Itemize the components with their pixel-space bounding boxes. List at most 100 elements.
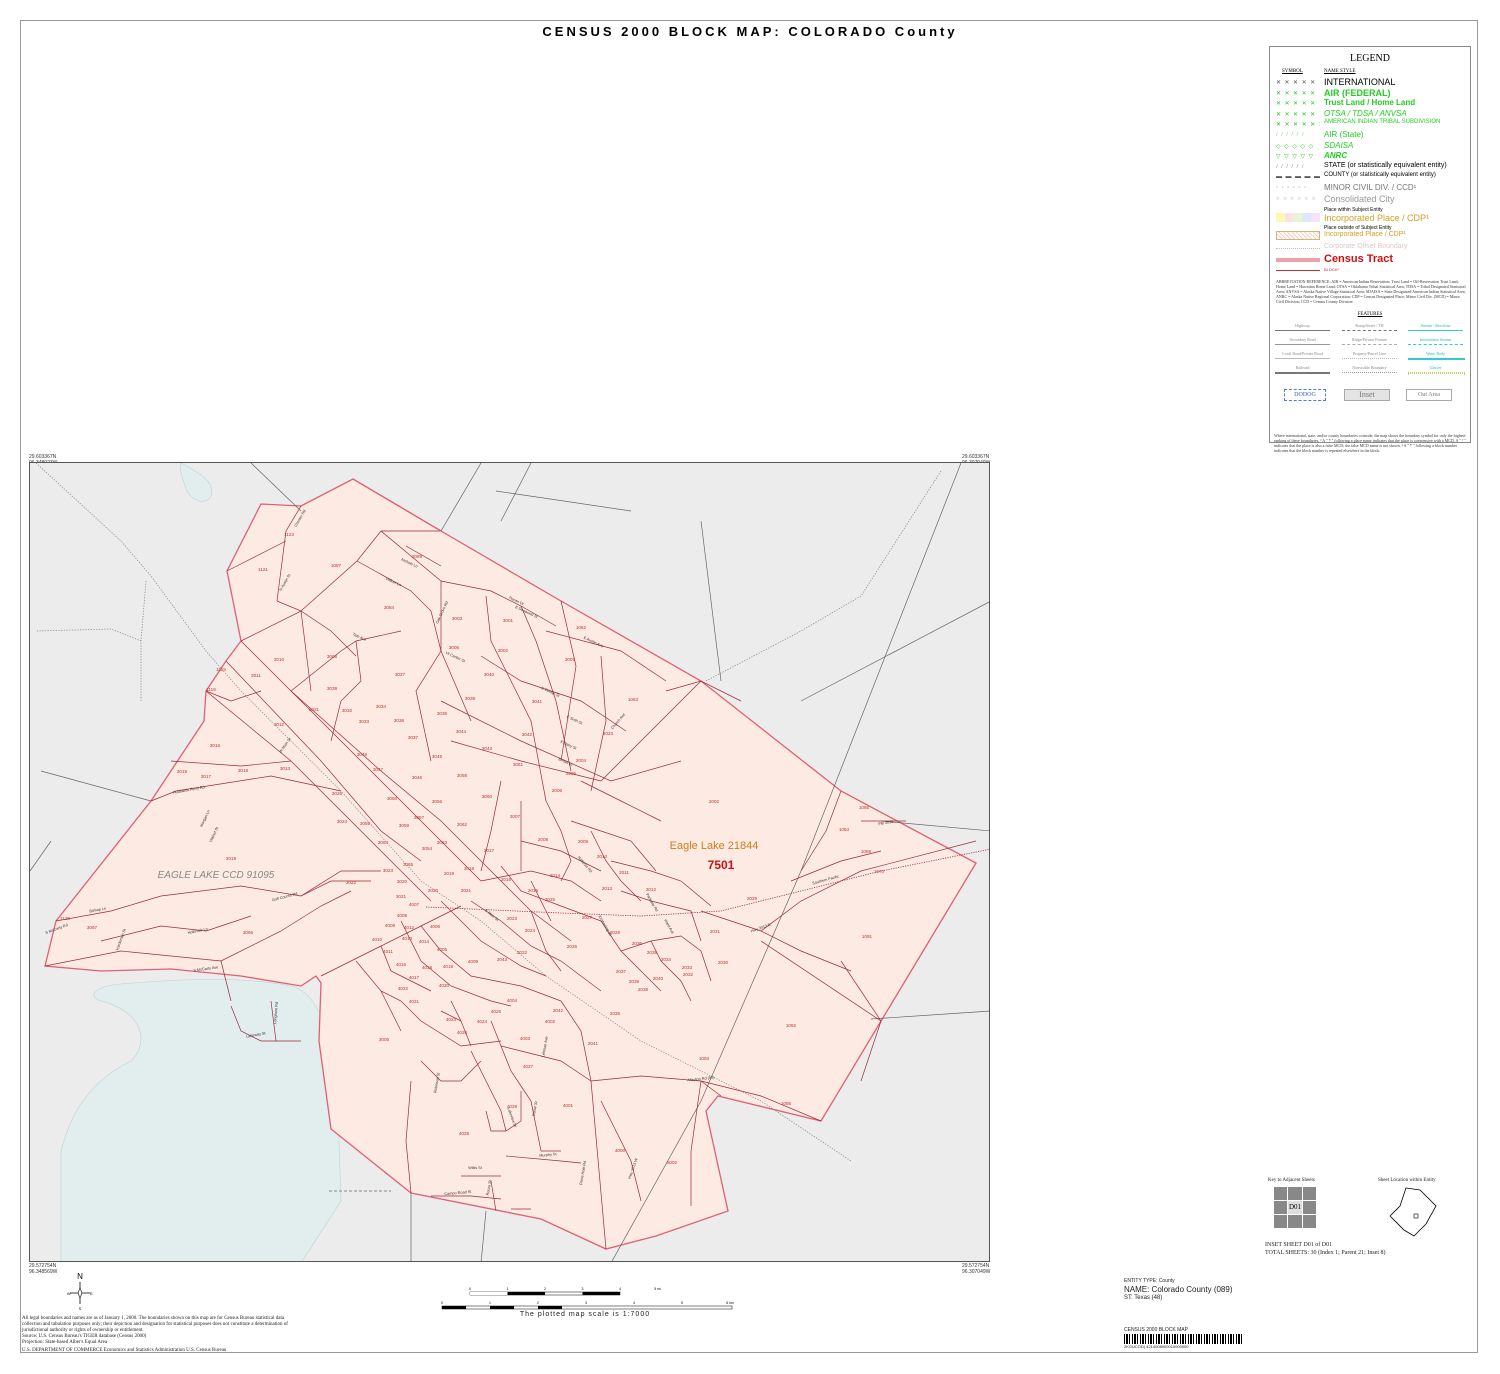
block-number[interactable]: 2002 [709, 799, 720, 804]
block-number[interactable]: 2006 [552, 788, 563, 793]
block-number[interactable]: 2043 [497, 957, 508, 962]
block-number[interactable]: 2039 [629, 979, 640, 984]
block-number[interactable]: 2036 [610, 1011, 621, 1016]
block-number[interactable]: 4024 [477, 1019, 488, 1024]
block-number[interactable]: 2010 [597, 854, 608, 859]
block-number[interactable]: 3012 [274, 722, 285, 727]
block-number[interactable]: 2013 [602, 886, 613, 891]
block-number[interactable]: 4013 [402, 936, 413, 941]
block-number[interactable]: 3046 [412, 775, 423, 780]
block-number[interactable]: 4028 [459, 1131, 470, 1136]
block-number[interactable]: 3031 [309, 707, 320, 712]
block-number[interactable]: 3023 [383, 868, 394, 873]
block-number[interactable]: 3050 [387, 796, 398, 801]
block-number[interactable]: 3039 [465, 696, 476, 701]
block-number[interactable]: 3032 [342, 708, 353, 713]
block-number[interactable]: 1064 [839, 827, 850, 832]
block-number[interactable]: 3016 [210, 743, 221, 748]
block-number[interactable]: 4002 [545, 1019, 556, 1024]
block-number[interactable]: 4023 [446, 1017, 457, 1022]
block-number[interactable]: 4005 [437, 947, 448, 952]
block-number[interactable]: 3060 [482, 794, 493, 799]
block-number[interactable]: 3005 [379, 1037, 390, 1042]
block-number[interactable]: 1095 [781, 1101, 792, 1106]
block-number[interactable]: 3055 [360, 821, 371, 826]
block-number[interactable]: 2025 [545, 897, 556, 902]
block-number[interactable]: 3066 [243, 930, 254, 935]
block-number[interactable]: 3003 [452, 616, 463, 621]
block-number[interactable]: 2018 [464, 866, 475, 871]
block-number[interactable]: 3038 [437, 711, 448, 716]
block-number[interactable]: 1119 [216, 667, 226, 672]
block-number[interactable]: 1065 [859, 805, 870, 810]
block-number[interactable]: 2042 [553, 1008, 564, 1013]
block-number[interactable]: 3089 [412, 554, 423, 559]
block-number[interactable]: 4004 [507, 998, 518, 1003]
block-number[interactable]: 3013 [280, 766, 291, 771]
block-number[interactable]: 1092 [786, 1023, 797, 1028]
block-number[interactable]: 2027 [582, 915, 593, 920]
block-number[interactable]: 3036 [394, 718, 405, 723]
block-number[interactable]: 3045 [432, 754, 443, 759]
block-number[interactable]: 1062 [576, 625, 587, 630]
block-number[interactable]: 2038 [638, 987, 649, 992]
block-number[interactable]: 2036 [632, 941, 643, 946]
block-number[interactable]: 4001 [563, 1103, 574, 1108]
block-number[interactable]: 4027 [523, 1064, 534, 1069]
block-number[interactable]: 3063 [437, 840, 448, 845]
block-number[interactable]: 3017 [201, 774, 212, 779]
block-number[interactable]: 3010 [274, 657, 285, 662]
block-number[interactable]: 4018 [422, 965, 433, 970]
block-number[interactable]: 2004 [576, 758, 587, 763]
block-number[interactable]: 3005 [565, 657, 576, 662]
block-number[interactable]: 4006 [430, 924, 441, 929]
block-number[interactable]: 3034 [376, 704, 387, 709]
block-number[interactable]: 2041 [588, 1041, 599, 1046]
block-number[interactable]: 3037 [408, 735, 419, 740]
block-number[interactable]: 2019 [444, 871, 455, 876]
block-number[interactable]: 2020 [428, 888, 439, 893]
block-number[interactable]: 2007 [510, 814, 521, 819]
block-number[interactable]: 2017 [484, 848, 495, 853]
block-number[interactable]: 3065 [403, 862, 414, 867]
block-number[interactable]: 3019 [177, 769, 188, 774]
block-number[interactable]: 2024 [525, 928, 536, 933]
block-number[interactable]: 2005 [566, 771, 577, 776]
block-number[interactable]: 3056 [432, 799, 443, 804]
key-adjacent-current-sheet[interactable]: D01 [1288, 1201, 1302, 1214]
block-number[interactable]: 2023 [507, 916, 518, 921]
block-number[interactable]: 3059 [399, 823, 410, 828]
block-number[interactable]: 2015 [528, 888, 539, 893]
block-number[interactable]: 3041 [532, 699, 543, 704]
block-number[interactable]: 4021 [409, 999, 420, 1004]
block-number[interactable]: 3040 [484, 672, 495, 677]
block-number[interactable]: 3044 [456, 729, 467, 734]
block-number[interactable]: 2037 [616, 969, 627, 974]
block-number[interactable]: 1063 [628, 697, 639, 702]
block-number[interactable]: 3024 [337, 819, 348, 824]
block-number[interactable]: 4003 [520, 1036, 531, 1041]
block-number[interactable]: 3027 [395, 672, 406, 677]
block-number[interactable]: 3043 [482, 746, 493, 751]
block-number[interactable]: 1121 [258, 567, 268, 572]
block-number[interactable]: 3057 [414, 815, 425, 820]
block-number[interactable]: 3033 [359, 719, 370, 724]
block-number[interactable]: 3061 [513, 762, 524, 767]
block-number[interactable]: 4017 [409, 975, 420, 980]
block-number[interactable]: 2031 [710, 929, 721, 934]
block-number[interactable]: 4020 [439, 983, 450, 988]
block-number[interactable]: 2011 [619, 870, 629, 875]
block-number[interactable]: 4014 [419, 939, 430, 944]
block-number[interactable]: 2009 [578, 839, 589, 844]
block-number[interactable]: 3064 [378, 840, 389, 845]
block-number[interactable]: 3006 [449, 645, 460, 650]
block-number[interactable]: 1091 [862, 934, 873, 939]
block-number[interactable]: 2014 [550, 873, 561, 878]
block-number[interactable]: 3054 [422, 846, 433, 851]
block-number[interactable]: 2029 [747, 896, 758, 901]
block-number[interactable]: 2021 [461, 888, 472, 893]
block-number[interactable]: 1069 [861, 849, 872, 854]
block-number[interactable]: 1123 [284, 532, 294, 537]
block-number[interactable]: 2026 [567, 944, 578, 949]
block-number[interactable]: 4009 [468, 959, 479, 964]
